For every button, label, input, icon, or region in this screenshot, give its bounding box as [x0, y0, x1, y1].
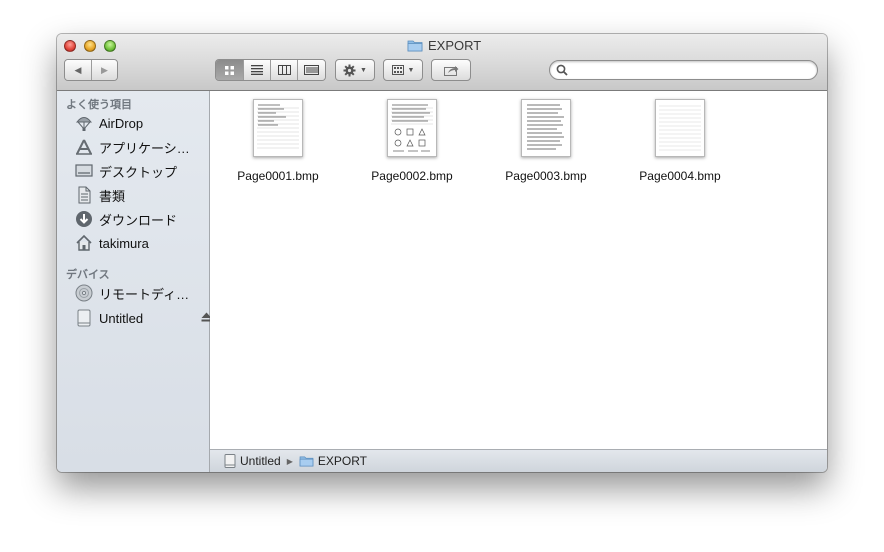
document-preview-icon — [527, 104, 564, 150]
icon-view-button[interactable] — [216, 60, 244, 80]
list-view-button[interactable] — [244, 60, 271, 80]
cover-flow-view-button[interactable] — [298, 60, 325, 80]
desktop-icon — [75, 164, 93, 177]
path-bar: Untitled ▶ EXPORT — [210, 449, 827, 472]
column-view-icon — [277, 65, 291, 75]
file-thumbnail — [655, 99, 705, 157]
file-name: Page0002.bmp — [371, 169, 453, 183]
arrange-grid-icon — [391, 65, 404, 75]
sidebar-item-home[interactable]: takimura — [74, 232, 204, 254]
chevron-down-icon: ▼ — [407, 66, 415, 74]
documents-icon — [78, 186, 91, 204]
sidebar-item-label: アプリケーシ… — [99, 140, 190, 156]
document-preview-icon — [659, 105, 701, 151]
sidebar-item-label: 書類 — [99, 188, 126, 204]
folder-icon — [407, 40, 423, 52]
file-thumbnail — [387, 99, 437, 157]
document-preview-icon — [257, 104, 299, 149]
view-mode-control — [215, 59, 326, 81]
downloads-icon — [76, 211, 92, 227]
icon-view-icon — [225, 65, 234, 75]
sidebar-item-remote-disc[interactable]: リモートディ… — [74, 282, 204, 304]
sidebar-item-label: デスクトップ — [99, 164, 178, 180]
window-title-text: EXPORT — [428, 38, 482, 53]
column-view-button[interactable] — [271, 60, 298, 80]
folder-icon — [299, 456, 314, 467]
sidebar-item-label: takimura — [99, 235, 149, 251]
sidebar-item-label: Untitled — [99, 310, 144, 326]
back-button[interactable]: ◀ — [65, 60, 92, 80]
sidebar-item-documents[interactable]: 書類 — [74, 184, 204, 206]
sidebar-header-favorites: よく使う項目 — [66, 99, 132, 111]
airdrop-icon — [75, 117, 93, 131]
sidebar-item-desktop[interactable]: デスクトップ — [74, 160, 204, 182]
file-thumbnail — [521, 99, 571, 157]
forward-button[interactable]: ▶ — [92, 60, 117, 80]
arrange-menu-button[interactable]: ▼ — [383, 59, 423, 81]
path-separator-icon: ▶ — [286, 456, 293, 466]
sidebar-item-label: リモートディ… — [99, 286, 190, 302]
path-item-label: Untitled — [240, 454, 281, 468]
finder-window: EXPORT ◀ ▶ ▼ ▼ よく使う項目 AirDrop アプリケーシ… デス… — [57, 34, 827, 472]
file-icon-view: Page0001.bmp Page0002.bmp Page0003.bmp P… — [210, 91, 827, 449]
sidebar-item-label: AirDrop — [99, 115, 144, 131]
remote-disc-icon — [75, 284, 93, 302]
search-input[interactable] — [572, 62, 812, 80]
action-menu-button[interactable]: ▼ — [335, 59, 375, 81]
file-name: Page0004.bmp — [639, 169, 721, 183]
share-button[interactable] — [431, 59, 471, 81]
drive-icon — [224, 454, 236, 468]
sidebar-item-applications[interactable]: アプリケーシ… — [74, 136, 204, 158]
list-view-icon — [251, 65, 263, 75]
path-item-label: EXPORT — [317, 454, 367, 468]
chevron-down-icon: ▼ — [360, 66, 367, 74]
forward-arrow-icon: ▶ — [101, 64, 108, 75]
sidebar-item-downloads[interactable]: ダウンロード — [74, 208, 204, 230]
gear-icon — [343, 64, 356, 76]
zoom-button[interactable] — [104, 40, 116, 52]
close-button[interactable] — [64, 40, 76, 52]
sidebar-item-airdrop[interactable]: AirDrop — [74, 112, 204, 134]
document-preview-icon — [391, 104, 433, 152]
file-thumbnail — [253, 99, 303, 157]
drive-icon — [77, 309, 91, 327]
path-item-export[interactable]: EXPORT — [299, 454, 367, 468]
sidebar-header-devices: デバイス — [66, 269, 110, 281]
home-icon — [76, 234, 92, 251]
search-field[interactable] — [549, 60, 818, 80]
title-toolbar: EXPORT ◀ ▶ ▼ ▼ — [57, 34, 827, 91]
share-icon — [443, 65, 458, 76]
back-arrow-icon: ◀ — [74, 64, 82, 75]
path-item-untitled[interactable]: Untitled — [224, 454, 281, 468]
file-name: Page0001.bmp — [237, 169, 319, 183]
search-icon — [556, 64, 568, 76]
window-title: EXPORT — [407, 37, 481, 54]
applications-icon — [76, 139, 92, 155]
sidebar: よく使う項目 AirDrop アプリケーシ… デスクトップ 書類 ダウンロード … — [57, 91, 212, 472]
minimize-button[interactable] — [84, 40, 96, 52]
sidebar-item-label: ダウンロード — [99, 212, 178, 228]
file-name: Page0003.bmp — [505, 169, 587, 183]
cover-flow-icon — [304, 65, 319, 75]
back-forward-control: ◀ ▶ — [64, 59, 118, 81]
sidebar-item-untitled-drive[interactable]: Untitled — [74, 307, 212, 329]
